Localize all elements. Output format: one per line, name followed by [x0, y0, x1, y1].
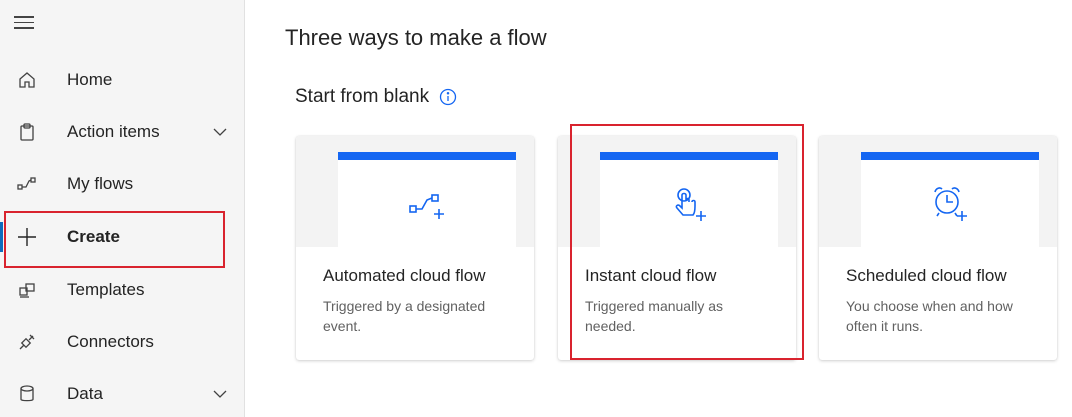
sidebar-item-templates[interactable]: Templates [0, 264, 245, 316]
card-preview [296, 136, 534, 247]
alarm-clock-icon [926, 182, 974, 230]
sidebar-item-create[interactable]: Create [0, 211, 245, 263]
chevron-down-icon[interactable] [211, 385, 229, 403]
chevron-down-icon[interactable] [211, 123, 229, 141]
card-description: Triggered by a designated event. [323, 298, 486, 334]
sidebar-item-label: Action items [67, 122, 160, 141]
sidebar: Home Action items My flows Create Templa… [0, 0, 245, 417]
hamburger-menu-icon[interactable] [14, 16, 36, 36]
sidebar-item-connectors[interactable]: Connectors [0, 316, 245, 368]
card-description: You choose when and how often it runs. [846, 298, 1013, 334]
info-icon[interactable] [439, 88, 457, 106]
database-icon [16, 383, 38, 405]
card-description: Triggered manually as needed. [585, 298, 723, 334]
card-preview-panel [338, 152, 516, 247]
sidebar-item-data[interactable]: Data [0, 368, 245, 417]
sidebar-item-label: Connectors [67, 332, 154, 351]
card-preview [819, 136, 1057, 247]
card-preview-panel [861, 152, 1039, 247]
sidebar-item-label: Home [67, 70, 113, 89]
home-icon [16, 69, 38, 91]
scheduled-cloud-flow-card[interactable]: Scheduled cloud flow You choose when and… [819, 136, 1057, 360]
automated-cloud-flow-card[interactable]: Automated cloud flow Triggered by a desi… [296, 136, 534, 360]
connector-icon [16, 331, 38, 353]
sidebar-item-home[interactable]: Home [0, 54, 245, 106]
automated-flow-icon [403, 182, 451, 230]
instant-cloud-flow-card[interactable]: Instant cloud flow Triggered manually as… [558, 136, 796, 360]
page-title: Three ways to make a flow [285, 25, 547, 50]
plus-icon [16, 226, 38, 248]
sidebar-item-label: Data [67, 384, 103, 403]
sidebar-item-label: My flows [67, 174, 134, 193]
section-title-text: Start from blank [295, 86, 430, 107]
flow-icon [16, 173, 38, 195]
sidebar-item-my-flows[interactable]: My flows [0, 158, 245, 210]
sidebar-item-label: Create [67, 227, 120, 246]
card-title: Scheduled cloud flow [846, 266, 1007, 285]
sidebar-item-action-items[interactable]: Action items [0, 106, 245, 158]
card-preview-panel [600, 152, 778, 247]
touch-icon [665, 182, 713, 230]
card-title: Instant cloud flow [585, 266, 717, 285]
templates-icon [16, 279, 38, 301]
active-indicator [0, 222, 3, 252]
section-title: Start from blank [295, 86, 457, 108]
sidebar-item-label: Templates [67, 280, 145, 299]
card-title: Automated cloud flow [323, 266, 486, 285]
clipboard-icon [16, 121, 38, 143]
card-preview [558, 136, 796, 247]
main-content: Three ways to make a flow Start from bla… [246, 0, 1072, 417]
